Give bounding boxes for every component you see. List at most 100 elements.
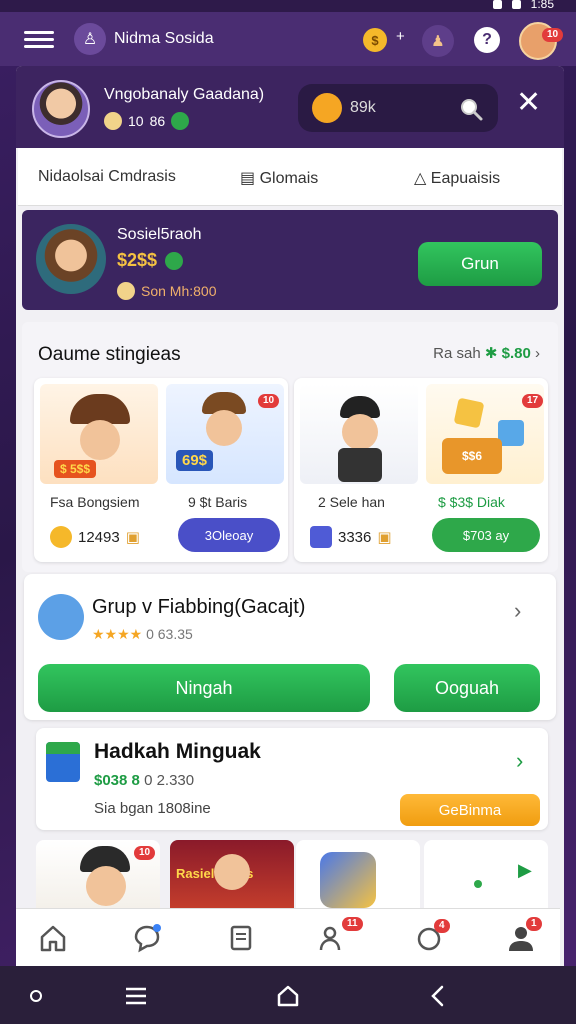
signal-icon <box>492 0 502 9</box>
wifi-icon <box>511 0 521 9</box>
game-price: 12493 ▣ <box>50 526 140 548</box>
game-badge: 10 <box>258 394 280 408</box>
offer-title: Hadkah Minguak <box>94 740 261 763</box>
face-shape <box>86 866 126 906</box>
game-art-label: $ 5$$ <box>54 460 97 478</box>
body-shape <box>338 448 382 482</box>
game-price: 3336 ▣ <box>310 526 392 548</box>
tab-cmdrasis[interactable]: Nidaolsai Cmdrasis <box>38 168 176 186</box>
game-name: $ $3$ Diak <box>438 494 505 510</box>
menu-line <box>24 44 54 48</box>
game-badge: 17 <box>522 394 544 408</box>
strip-tile[interactable]: ▶ <box>424 840 548 914</box>
play-button[interactable]: 3Oleoay <box>178 518 280 552</box>
chevron-right-icon[interactable]: › <box>514 598 521 624</box>
section-see-all-link[interactable]: Ra sah ✱ $.80 › <box>433 344 540 362</box>
coin-face-icon <box>312 93 342 123</box>
add-coins-button[interactable]: + <box>396 28 405 45</box>
tab-eapuaisis[interactable]: △ Eapuaisis <box>414 168 500 188</box>
chest-icon: ▣ <box>125 529 140 546</box>
face-shape <box>80 420 120 460</box>
character-icon[interactable]: ♟ <box>422 25 454 57</box>
status-bar: 1:85 <box>0 0 576 12</box>
promo-amount-value: $2$$ <box>117 250 158 270</box>
search-icon[interactable] <box>458 96 484 122</box>
offer-card[interactable]: Hadkah Minguak $038 8 0 2.330 Sia bgan 1… <box>36 728 548 830</box>
profile-meta: 10 86 <box>104 112 190 130</box>
game-tile[interactable]: 2 Sele han 3336 ▣ $$6 17 $ $3$ Diak $703… <box>294 378 548 562</box>
chevron-right-icon[interactable]: › <box>516 748 523 774</box>
profile-header: Vngobanaly Gaadana) 10 86 89k ✕ <box>16 66 564 148</box>
chat-icon[interactable] <box>132 923 162 953</box>
profile-avatar[interactable] <box>32 80 90 138</box>
chevron-right-icon: › <box>535 345 540 362</box>
game-art <box>300 384 418 484</box>
green-dot-icon <box>474 880 482 888</box>
game-tile[interactable]: $ 5$$ Fsa Bongsiem 12493 ▣ 69$ 10 9 $t B… <box>34 378 288 562</box>
app-icon <box>46 742 80 782</box>
triangle-icon: △ <box>414 170 427 187</box>
chest-icon: ▣ <box>377 529 392 546</box>
offer-price-green: $038 8 <box>94 772 140 789</box>
level-icon <box>104 112 122 130</box>
home-icon[interactable] <box>38 923 68 953</box>
recents-icon[interactable] <box>124 986 148 1006</box>
avatar-badge: 10 <box>542 28 564 42</box>
green-dot-icon <box>165 251 184 270</box>
home-button-icon[interactable] <box>276 984 300 1008</box>
back-icon[interactable] <box>428 984 448 1008</box>
close-icon[interactable]: ✕ <box>516 88 541 118</box>
section-link-label: Ra sah <box>433 345 481 362</box>
status-time: 1:85 <box>530 0 554 11</box>
promo-run-button[interactable]: Grun <box>418 242 542 286</box>
strip-tile[interactable] <box>296 840 420 914</box>
game-art-label: $$6 <box>442 438 502 474</box>
game-price-value: 3336 <box>338 528 372 546</box>
bottom-nav: 11 4 1 <box>16 908 560 966</box>
face-shape <box>206 410 242 446</box>
face-shape <box>214 854 250 890</box>
document-icon[interactable] <box>226 923 256 953</box>
offer-price-rest: 0 2.330 <box>144 772 195 789</box>
promo-card: Sosiel5raoh $2$$ Son Mh:800 Grun <box>22 210 558 310</box>
game-name: 2 Sele han <box>318 494 385 510</box>
tab-label: Eapuaisis <box>430 170 501 187</box>
profile-level: 10 <box>128 113 144 129</box>
hamburger-menu-button[interactable] <box>24 27 54 52</box>
strip-tile[interactable]: 10 <box>36 840 160 914</box>
promo-amount: $2$$ <box>117 250 184 271</box>
profile-badge: 1 <box>526 917 542 931</box>
group-primary-button[interactable]: Ningah <box>38 664 370 712</box>
face-shape <box>342 414 378 450</box>
coin-icon <box>50 526 72 548</box>
recent-dot-icon[interactable] <box>30 990 42 1002</box>
section-title: Oaume stingieas <box>38 344 181 365</box>
game-art: $ 5$$ <box>40 384 158 484</box>
help-button[interactable]: ? <box>474 27 500 53</box>
balance-search-pill[interactable]: 89k <box>298 84 498 132</box>
game-strip: 10 Rasiell Nkos ▶ <box>36 840 548 914</box>
tab-glomais[interactable]: ▤ Glomais <box>240 168 318 188</box>
offer-subtitle: Sia bgan 1808ine <box>94 800 211 817</box>
group-card[interactable]: Grup v Fiabbing(Gacajt) ★★★★ 0 63.35 › N… <box>24 574 556 720</box>
play-icon: ▶ <box>518 860 532 880</box>
friends-badge: 11 <box>342 917 363 931</box>
strip-tile[interactable]: Rasiell Nkos <box>170 840 294 914</box>
app-icon <box>320 852 376 908</box>
top-app-bar: ♙ Nidma Sosida $ + ♟ ? 10 <box>0 12 576 66</box>
balance-value: 89k <box>350 99 376 116</box>
game-name: 9 $t Baris <box>188 494 248 510</box>
strip-badge: 10 <box>134 846 156 860</box>
section-link-icon: ✱ <box>484 345 498 362</box>
play-button[interactable]: $703 ay <box>432 518 540 552</box>
coin-icon[interactable]: $ <box>363 28 387 52</box>
brand-logo-icon[interactable]: ♙ <box>74 23 106 55</box>
stars-icon: ★★★★ <box>92 626 143 642</box>
profile-coins: 86 <box>149 113 166 129</box>
cube-shape <box>453 397 485 429</box>
notifications-badge: 4 <box>434 919 450 933</box>
verified-icon <box>171 112 190 130</box>
group-secondary-button[interactable]: Ooguah <box>394 664 540 712</box>
offer-button[interactable]: GeBinma <box>400 794 540 826</box>
group-title: Grup v Fiabbing(Gacajt) <box>92 596 306 618</box>
